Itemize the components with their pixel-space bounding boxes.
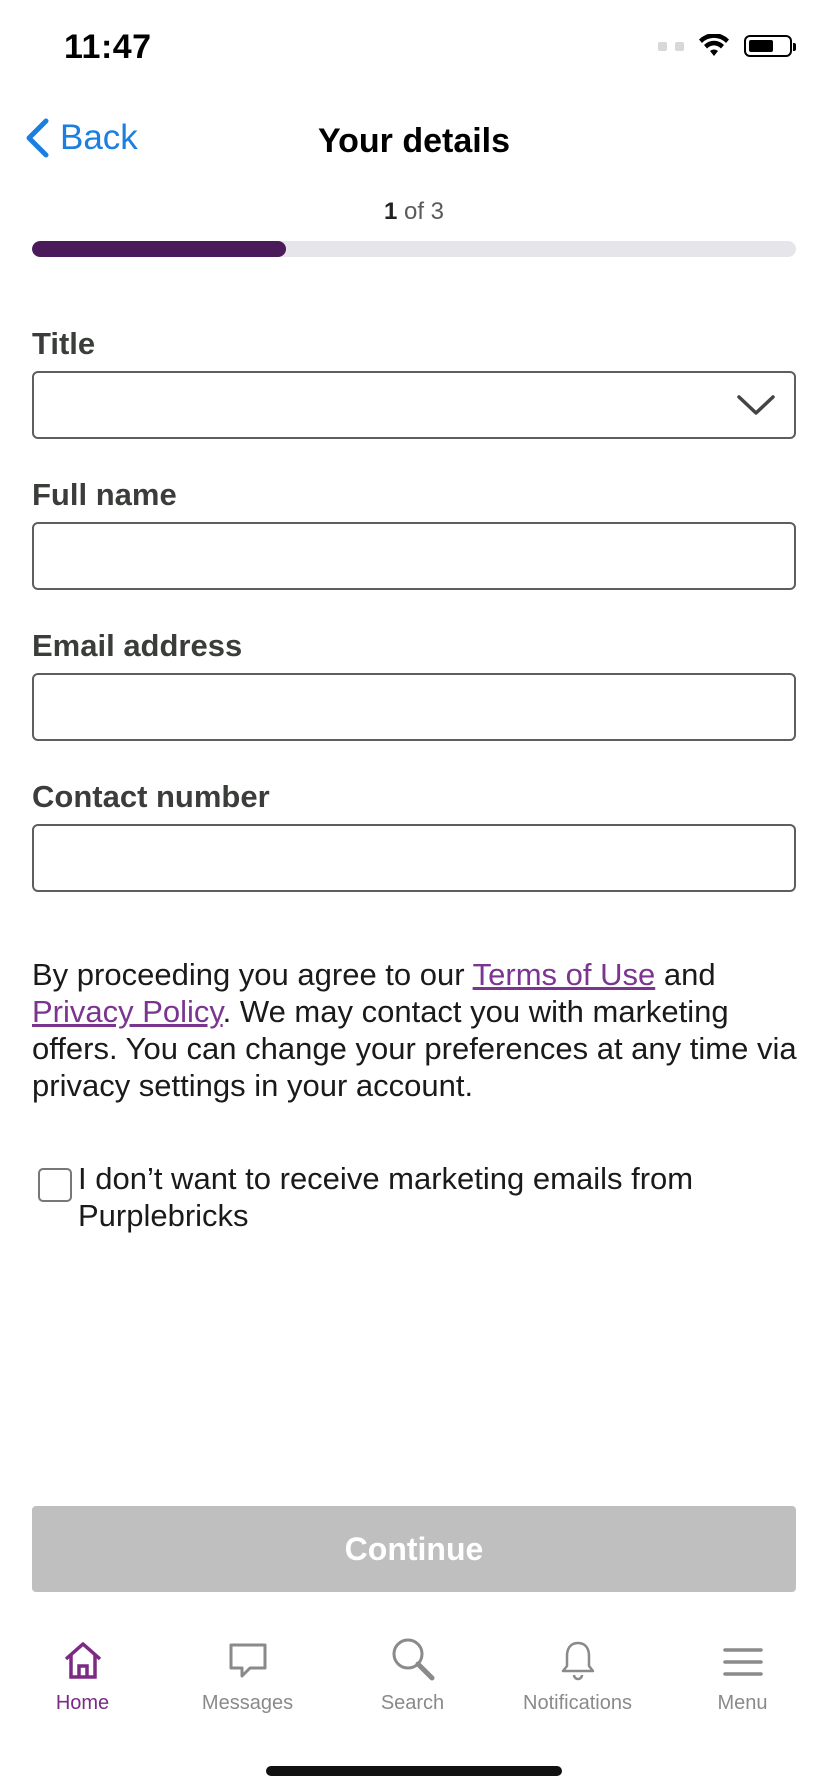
- tab-home[interactable]: Home: [0, 1630, 165, 1715]
- tab-search[interactable]: Search: [330, 1630, 495, 1715]
- wifi-icon: [699, 34, 729, 56]
- status-time: 11:47: [64, 28, 152, 66]
- terms-of-use-link[interactable]: Terms of Use: [473, 957, 656, 992]
- tab-notifications-label: Notifications: [523, 1692, 632, 1714]
- menu-icon: [722, 1648, 763, 1676]
- signal-icon: [658, 41, 684, 51]
- privacy-policy-link[interactable]: Privacy Policy: [32, 994, 223, 1029]
- contact-number-input[interactable]: [34, 826, 794, 890]
- search-icon: [392, 1638, 434, 1681]
- home-icon: [64, 1642, 101, 1679]
- navigation-bar: Back Your details: [0, 110, 828, 172]
- tab-home-label: Home: [55, 1692, 110, 1714]
- tab-menu[interactable]: Menu: [660, 1630, 825, 1715]
- legal-prefix: By proceeding you agree to our: [32, 957, 473, 992]
- continue-button[interactable]: Continue: [32, 1506, 796, 1592]
- tab-notifications[interactable]: Notifications: [495, 1630, 660, 1715]
- legal-text: By proceeding you agree to our Terms of …: [32, 956, 802, 1104]
- email-input[interactable]: [34, 675, 794, 739]
- tab-bar: Home Messages Search Notifications Menu: [0, 1630, 828, 1730]
- step-current: 1: [383, 198, 398, 225]
- tab-messages[interactable]: Messages: [165, 1630, 330, 1715]
- status-bar: 11:47: [0, 0, 828, 100]
- message-icon: [229, 1643, 266, 1678]
- title-select-value[interactable]: [34, 373, 794, 437]
- tab-messages-label: Messages: [201, 1692, 294, 1714]
- tab-menu-label: Menu: [717, 1692, 768, 1714]
- progress-fill: [32, 241, 287, 257]
- email-label: Email address: [32, 628, 243, 663]
- progress-bar: [32, 241, 796, 257]
- home-indicator: [266, 1766, 562, 1776]
- contact-number-label: Contact number: [32, 779, 270, 814]
- chevron-down-icon: [737, 395, 775, 415]
- page-title: Your details: [317, 122, 511, 160]
- title-select[interactable]: [32, 371, 796, 439]
- legal-and: and: [655, 957, 716, 992]
- email-field[interactable]: [32, 673, 796, 741]
- full-name-input[interactable]: [34, 524, 794, 588]
- battery-icon: [744, 35, 796, 57]
- status-icons: [658, 34, 796, 58]
- step-indicator: 1 of 3: [0, 198, 828, 226]
- full-name-field[interactable]: [32, 522, 796, 590]
- title-label: Title: [32, 326, 96, 361]
- marketing-opt-out-label[interactable]: I don’t want to receive marketing emails…: [78, 1160, 798, 1234]
- contact-number-field[interactable]: [32, 824, 796, 892]
- full-name-label: Full name: [32, 477, 177, 512]
- marketing-opt-out-checkbox[interactable]: [38, 1168, 72, 1202]
- step-total: of 3: [397, 198, 445, 225]
- bell-icon: [561, 1641, 594, 1681]
- tab-search-label: Search: [380, 1692, 445, 1714]
